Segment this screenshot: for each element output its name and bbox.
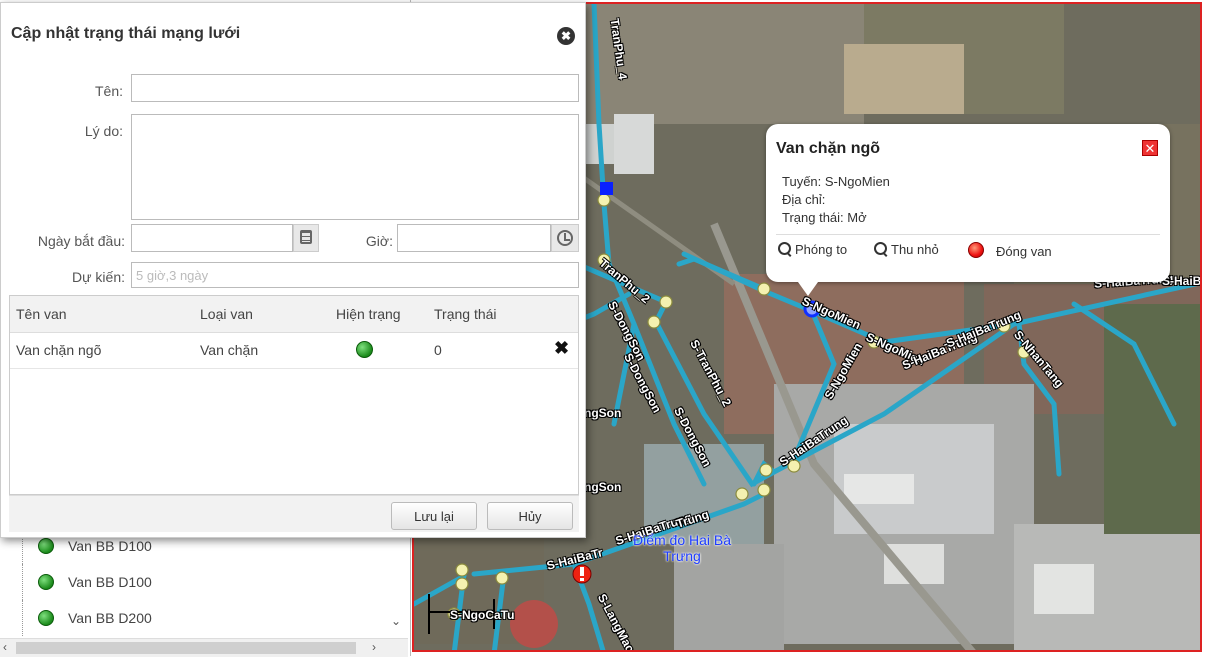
table-header: Tên van Loại van Hiện trạng Trạng thái (10, 296, 578, 333)
green-dot-icon (38, 574, 54, 590)
list-item[interactable]: Van BB D100 (22, 564, 392, 600)
reason-label: Lý do: (84, 123, 123, 139)
address-label: Địa chỉ: (782, 192, 826, 207)
road-label: ngSon (584, 480, 622, 494)
route-value: S-NgoMien (824, 174, 890, 189)
zoom-in-button[interactable]: Phóng to (778, 242, 847, 257)
column-header-valve-type[interactable]: Loại van (200, 306, 253, 322)
column-header-status[interactable]: Trạng thái (434, 306, 497, 322)
dialog-title: Cập nhật trạng thái mạng lưới (11, 25, 241, 42)
zoom-out-icon (874, 242, 887, 255)
expected-label: Dự kiến: (72, 269, 125, 285)
zoom-out-button[interactable]: Thu nhỏ (874, 242, 939, 257)
zoom-in-icon (778, 242, 791, 255)
cell-status[interactable]: 0 (434, 342, 442, 358)
valve-list: Van BB D100 Van BB D100 Van BB D200 (22, 528, 392, 636)
status-value: Mở (847, 210, 867, 225)
delete-row-icon[interactable]: ✖ (554, 338, 569, 359)
list-item-label: Van BB D200 (68, 610, 152, 626)
red-dot-icon (968, 242, 984, 258)
green-dot-icon (38, 610, 54, 626)
cell-valve-type: Van chặn (200, 342, 259, 358)
save-button[interactable]: Lưu lại (391, 502, 477, 530)
horizontal-scrollbar[interactable]: ‹ › (0, 638, 408, 657)
scroll-down-icon[interactable]: ⌄ (391, 614, 401, 628)
tree-line (22, 564, 24, 600)
cancel-button[interactable]: Hủy (487, 502, 573, 530)
reason-textarea[interactable] (131, 114, 579, 220)
measurement-point-label[interactable]: Điểm đo Hai Bà Trưng (622, 532, 742, 564)
table-row[interactable]: Van chặn ngõ Van chặn 0 ✖ (10, 332, 578, 369)
valve-table: Tên van Loại van Hiện trạng Trạng thái V… (9, 295, 579, 495)
list-item[interactable]: Van BB D200 (22, 600, 392, 636)
road-label: S-NgoCaTu (450, 608, 515, 622)
popup-address-row: Địa chỉ: (782, 192, 825, 207)
column-header-valve-name[interactable]: Tên van (16, 306, 67, 322)
column-header-current-state[interactable]: Hiện trạng (336, 306, 401, 322)
close-valve-label: Đóng van (996, 244, 1052, 259)
cell-valve-name: Van chặn ngõ (16, 342, 102, 358)
close-valve-button[interactable]: Đóng van (968, 242, 1052, 259)
zoom-out-label: Thu nhỏ (891, 242, 939, 257)
time-input[interactable] (397, 224, 551, 252)
status-label: Trạng thái: (782, 210, 844, 225)
dialog-close-button[interactable]: ✖ (557, 27, 575, 45)
green-dot-icon (356, 341, 373, 358)
scroll-right-icon[interactable]: › (372, 640, 376, 654)
list-item-label: Van BB D100 (68, 574, 152, 590)
tree-line (22, 600, 24, 636)
start-date-label: Ngày bắt đầu: (37, 233, 125, 249)
popup-close-button[interactable]: ✕ (1142, 140, 1158, 156)
green-dot-icon (38, 538, 54, 554)
popup-divider (776, 234, 1160, 235)
clock-icon[interactable] (551, 224, 579, 252)
vertical-scrollbar[interactable]: ⌄ (388, 600, 404, 640)
valve-info-popup: Van chặn ngõ ✕ Tuyến: S-NgoMien Địa chỉ:… (766, 124, 1170, 296)
scrollbar-thumb[interactable] (16, 642, 356, 654)
name-label: Tên: (94, 83, 123, 99)
road-label: ngSon (584, 406, 622, 420)
popup-title: Van chặn ngõ (776, 140, 881, 157)
list-item-label: Van BB D100 (68, 538, 152, 554)
update-network-status-dialog: Cập nhật trạng thái mạng lưới ✖ Tên: Lý … (0, 2, 586, 538)
calendar-icon[interactable] (293, 224, 319, 252)
route-label: Tuyến: (782, 174, 822, 189)
expected-duration-input[interactable] (131, 262, 579, 288)
dialog-footer: Lưu lại Hủy (9, 495, 579, 532)
scroll-left-icon[interactable]: ‹ (3, 640, 7, 654)
zoom-in-label: Phóng to (795, 242, 848, 257)
popup-route-row: Tuyến: S-NgoMien (782, 174, 890, 189)
name-input[interactable] (131, 74, 579, 102)
start-date-input[interactable] (131, 224, 293, 252)
popup-status-row: Trạng thái: Mở (782, 210, 867, 225)
time-label: Giờ: (365, 233, 393, 249)
